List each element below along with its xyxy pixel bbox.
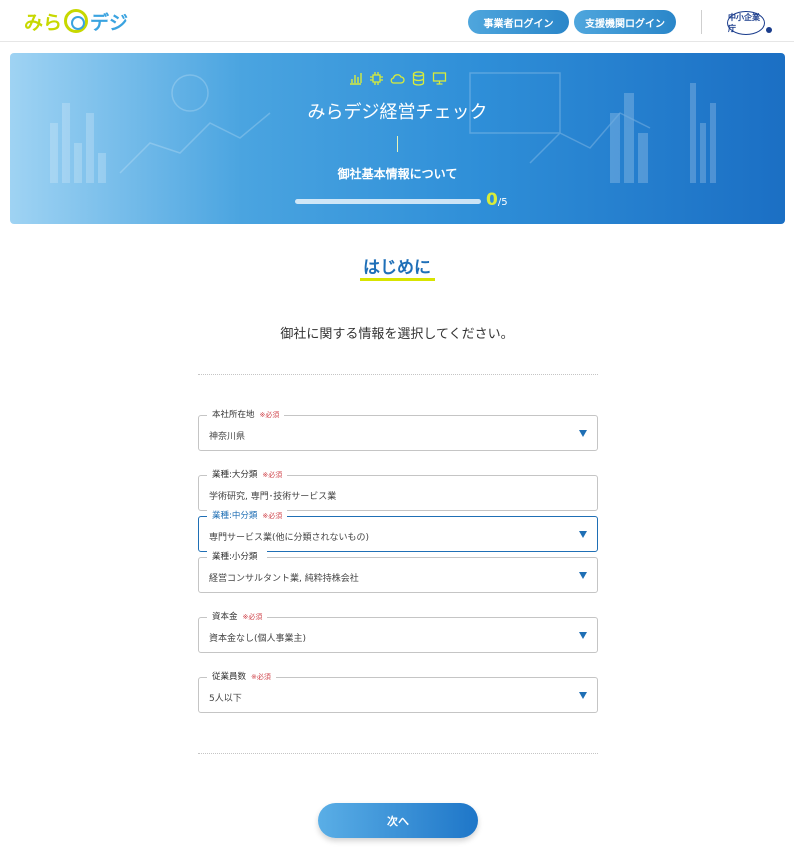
instruction-text: 御社に関する情報を選択してください。 xyxy=(280,327,514,342)
divider-bottom xyxy=(198,753,598,754)
progress-current: 0 xyxy=(486,190,498,210)
database-icon xyxy=(411,71,426,86)
field-label: 従業員数 ※必須 xyxy=(207,670,276,682)
required-mark: ※必須 xyxy=(262,512,283,520)
header-divider xyxy=(701,10,702,34)
industry-major-field[interactable]: 業種:大分類 ※必須 学術研究, 専門･技術サービス業 xyxy=(198,468,598,511)
section-title: はじめに xyxy=(363,258,431,278)
banner-subtitle: 御社基本情報について xyxy=(337,167,458,181)
field-label: 業種:中分類 ※必須 xyxy=(207,509,288,521)
chip-icon xyxy=(369,71,384,86)
field-value: 神奈川県 xyxy=(209,432,246,442)
support-login-button[interactable]: 支援機関ログイン xyxy=(574,10,676,34)
industry-middle-select[interactable]: 業種:中分類 ※必須 専門サービス業(他に分類されないもの) xyxy=(198,509,598,552)
headquarters-location-select[interactable]: 本社所在地 ※必須 神奈川県 xyxy=(198,408,598,451)
monitor-icon xyxy=(432,71,447,86)
hero-banner: みらデジ経営チェック 御社基本情報について 0/5 xyxy=(10,53,785,224)
field-value: 資本金なし(個人事業主) xyxy=(209,634,307,644)
field-label: 業種:小分類 xyxy=(207,550,268,562)
industry-minor-select[interactable]: 業種:小分類 経営コンサルタント業, 純粋持株会社 xyxy=(198,550,598,593)
logo-text-deji: デジ xyxy=(90,11,129,34)
field-value: 学術研究, 専門･技術サービス業 xyxy=(209,492,337,502)
next-button[interactable]: 次へ xyxy=(318,803,478,838)
dropdown-arrow-icon xyxy=(579,430,587,437)
field-value: 5人以下 xyxy=(209,694,242,704)
capital-select[interactable]: 資本金 ※必須 資本金なし(個人事業主) xyxy=(198,610,598,653)
employee-count-select[interactable]: 従業員数 ※必須 5人以下 xyxy=(198,670,598,713)
logo-text-mira: みら xyxy=(24,11,63,34)
field-value: 専門サービス業(他に分類されないもの) xyxy=(209,533,370,543)
business-login-button[interactable]: 事業者ログイン xyxy=(468,10,569,34)
field-value: 経営コンサルタント業, 純粋持株会社 xyxy=(209,574,359,584)
banner-title: みらデジ経営チェック xyxy=(307,102,488,123)
dropdown-arrow-icon xyxy=(579,632,587,639)
banner-separator xyxy=(397,136,398,152)
dropdown-arrow-icon xyxy=(579,572,587,579)
progress-counter: 0/5 xyxy=(486,190,508,210)
divider-top xyxy=(198,374,598,375)
dropdown-arrow-icon xyxy=(579,692,587,699)
dropdown-arrow-icon xyxy=(579,531,587,538)
required-mark: ※必須 xyxy=(251,673,271,681)
required-mark: ※必須 xyxy=(262,471,283,479)
cloud-icon xyxy=(390,71,405,86)
mirodeji-logo[interactable]: みら デジ xyxy=(24,8,128,34)
field-label: 本社所在地 ※必須 xyxy=(207,408,285,420)
logo-ring-icon xyxy=(64,9,89,33)
section-title-underline xyxy=(360,278,435,281)
progress-total: /5 xyxy=(497,197,508,208)
field-label: 業種:大分類 ※必須 xyxy=(207,468,288,480)
required-mark: ※必須 xyxy=(259,411,280,419)
required-mark: ※必須 xyxy=(242,613,263,621)
progress-bar xyxy=(295,199,481,204)
banner-icon-row xyxy=(10,71,785,86)
site-header: みら デジ 事業者ログイン 支援機関ログイン 中小企業庁 xyxy=(0,0,794,42)
sme-agency-logo-dot xyxy=(766,27,772,33)
sme-agency-logo[interactable]: 中小企業庁 xyxy=(727,11,765,35)
bar-chart-icon xyxy=(348,71,363,86)
field-label: 資本金 ※必須 xyxy=(207,610,268,622)
